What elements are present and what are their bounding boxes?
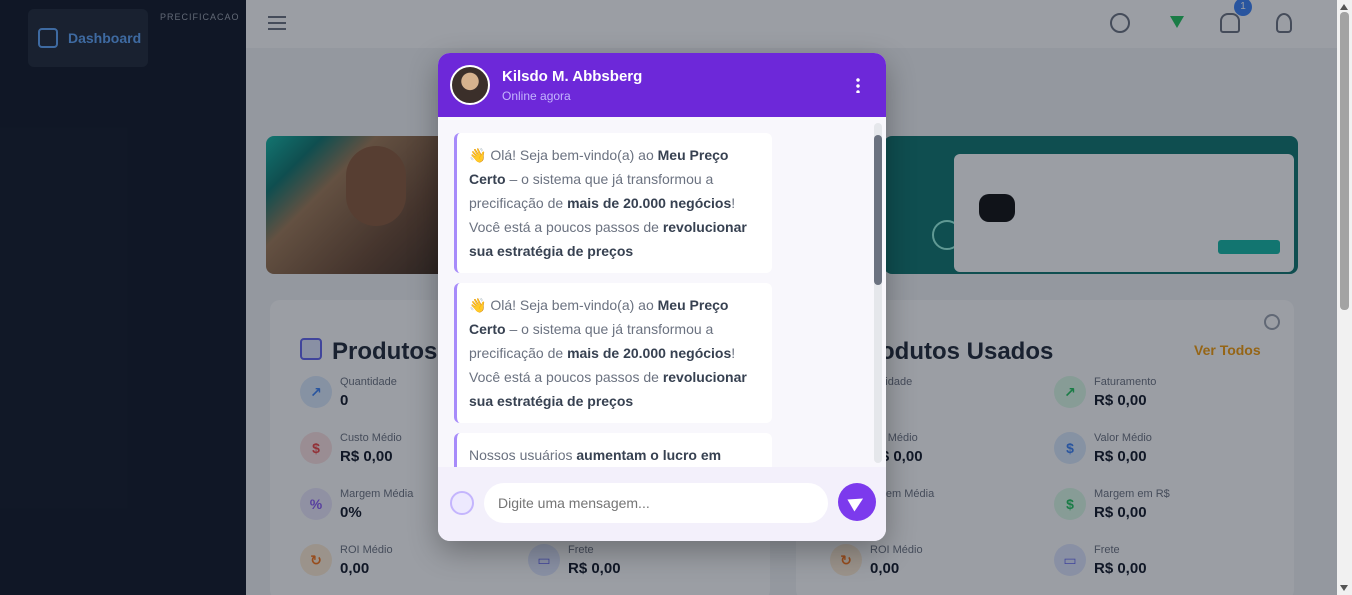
chat-message: Nossos usuários aumentam o lucro em — [454, 433, 772, 467]
more-options-icon[interactable] — [856, 77, 860, 93]
chat-footer — [438, 467, 886, 541]
scrollbar-thumb[interactable] — [1340, 12, 1349, 310]
avatar — [450, 65, 490, 105]
message-input[interactable] — [484, 483, 828, 523]
emoji-icon[interactable] — [450, 491, 474, 515]
contact-status: Online agora — [502, 88, 571, 103]
scroll-down-arrow[interactable] — [1340, 585, 1348, 591]
chat-window: Kilsdo M. Abbsberg Online agora 👋 Olá! S… — [438, 53, 886, 541]
send-button[interactable] — [838, 483, 876, 521]
chat-message: 👋 Olá! Seja bem-vindo(a) ao Meu Preço Ce… — [454, 283, 772, 423]
contact-name: Kilsdo M. Abbsberg — [502, 67, 643, 85]
chat-scrollbar[interactable] — [874, 123, 882, 463]
chat-header: Kilsdo M. Abbsberg Online agora — [438, 53, 886, 117]
message-list[interactable]: 👋 Olá! Seja bem-vindo(a) ao Meu Preço Ce… — [438, 117, 886, 467]
page-scrollbar[interactable] — [1337, 0, 1352, 595]
chat-message: 👋 Olá! Seja bem-vindo(a) ao Meu Preço Ce… — [454, 133, 772, 273]
send-icon — [847, 492, 867, 512]
scroll-up-arrow[interactable] — [1340, 4, 1348, 10]
